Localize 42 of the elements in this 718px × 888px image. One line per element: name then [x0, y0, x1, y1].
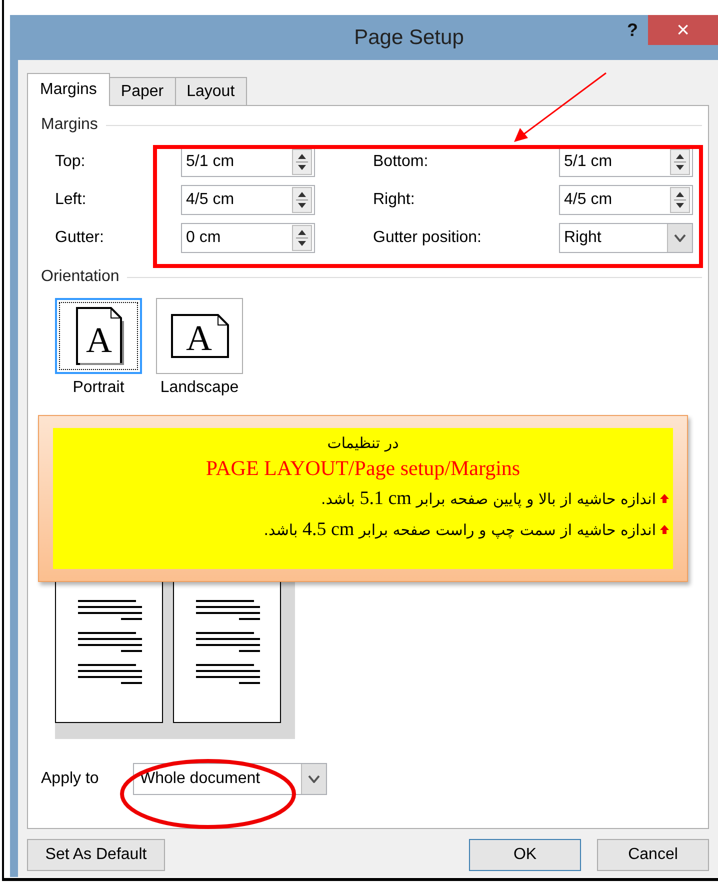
apply-to-label: Apply to: [41, 770, 100, 788]
chevron-down-icon[interactable]: [301, 764, 326, 794]
tab[interactable]: Margins: [27, 73, 110, 106]
callout-title: در تنظیمات: [327, 434, 399, 452]
spin-field[interactable]: 5/1 cm: [181, 147, 315, 177]
help-button[interactable]: ?: [621, 19, 644, 42]
spinner-icon[interactable]: [292, 225, 312, 251]
field-label: Top:: [55, 153, 86, 171]
spinner-icon[interactable]: [292, 187, 312, 213]
dialog-button[interactable]: Set As Default: [27, 839, 165, 871]
spinner-icon[interactable]: [670, 149, 690, 175]
tab[interactable]: Paper: [108, 77, 176, 105]
close-button[interactable]: ×: [648, 15, 718, 45]
callout-path: PAGE LAYOUT/Page setup/Margins: [206, 456, 520, 481]
spin-field[interactable]: 0 cm: [181, 223, 315, 253]
spinner-icon[interactable]: [292, 149, 312, 175]
window-title: Page Setup: [353, 26, 464, 50]
spin-field[interactable]: 4/5 cm: [181, 185, 315, 215]
chevron-down-icon[interactable]: [667, 224, 692, 252]
dialog-button[interactable]: OK: [469, 839, 581, 871]
field-label: Gutter position:: [373, 229, 482, 247]
field-label: Left:: [55, 191, 88, 209]
landscape-page-icon: A: [168, 312, 230, 360]
orientation-label: Portrait: [72, 379, 124, 397]
apply-to-dropdown[interactable]: Whole document: [133, 763, 327, 795]
orientation-button[interactable]: A: [55, 298, 142, 374]
section-heading: Orientation: [41, 268, 120, 286]
tab[interactable]: Layout: [174, 77, 247, 105]
orientation-label: Landscape: [160, 379, 239, 397]
field-label: Gutter:: [55, 229, 105, 247]
field-label: Bottom:: [373, 153, 430, 171]
orientation-button[interactable]: A: [156, 298, 243, 374]
dialog-button[interactable]: Cancel: [597, 839, 709, 871]
bullet-icon: [660, 494, 669, 503]
section-heading: Margins: [41, 116, 98, 134]
bullet-icon: [660, 525, 669, 534]
dropdown-field[interactable]: Right: [559, 223, 693, 253]
field-label: Right:: [373, 191, 416, 209]
spinner-icon[interactable]: [670, 187, 690, 213]
spin-field[interactable]: 4/5 cm: [559, 185, 693, 215]
portrait-page-icon: A: [74, 305, 124, 367]
spin-field[interactable]: 5/1 cm: [559, 147, 693, 177]
